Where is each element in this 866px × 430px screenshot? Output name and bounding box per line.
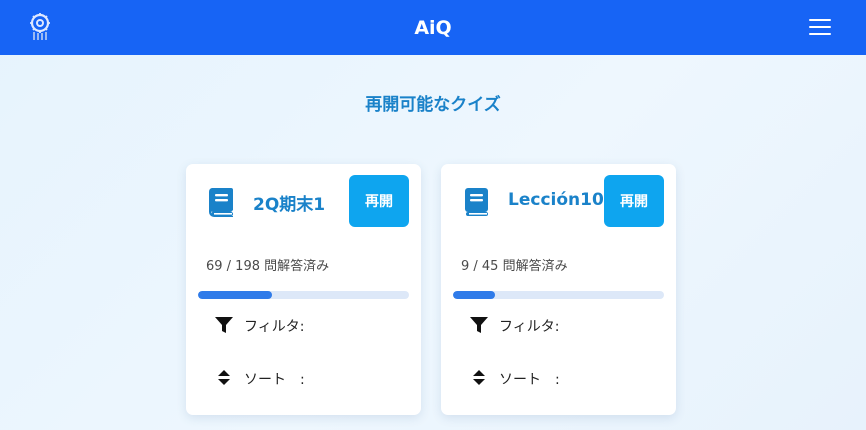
filter-label: フィルタ: [244,319,305,335]
progress-text: 9 / 45 問解答済み [461,259,568,274]
quiz-card: 2Q期末1 再開 69 / 198 問解答済み フィルタ: ソート : [186,164,421,415]
hamburger-menu-icon[interactable] [809,17,831,37]
top-navbar: AiQ [0,0,866,55]
app-logo-icon[interactable] [26,12,54,42]
progress-text: 69 / 198 問解答済み [206,259,330,274]
sort-label: ソート : [244,372,305,388]
sort-icon [473,370,485,385]
quiz-card: Lección10 再開 9 / 45 問解答済み フィルタ: ソート : [441,164,676,415]
filter-icon [470,316,488,334]
page-heading: 再開可能なクイズ [365,95,501,115]
filter-icon [215,316,233,334]
book-icon [463,186,490,217]
book-icon [208,186,235,217]
quiz-title: Lección10 [508,190,604,210]
filter-label: フィルタ: [499,319,560,335]
app-title: AiQ [414,16,452,39]
quiz-title: 2Q期末1 [253,195,326,215]
progress-fill [198,291,272,299]
sort-label: ソート : [499,372,560,388]
resume-button[interactable]: 再開 [604,175,664,227]
sort-icon [218,370,230,385]
resume-button[interactable]: 再開 [349,175,409,227]
progress-bar [453,291,664,299]
progress-fill [453,291,496,299]
progress-bar [198,291,409,299]
